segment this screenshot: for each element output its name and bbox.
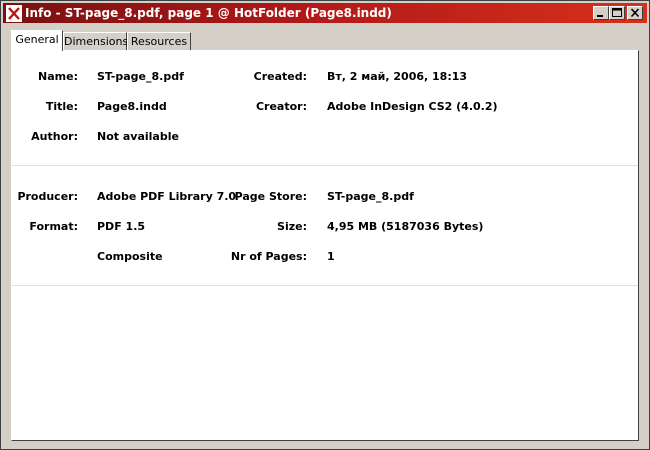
size-label: Size: bbox=[277, 220, 307, 233]
creator-label: Creator: bbox=[255, 100, 307, 113]
minimize-icon bbox=[597, 15, 603, 17]
producer-value: Adobe PDF Library 7.0 bbox=[97, 190, 237, 203]
name-value: ST-page_8.pdf bbox=[97, 70, 184, 83]
title-label: Title: bbox=[45, 100, 78, 113]
title-value: Page8.indd bbox=[97, 100, 167, 113]
page-count-label: Nr of Pages: bbox=[230, 250, 307, 263]
page-count-value: 1 bbox=[327, 250, 335, 263]
author-label: Author: bbox=[31, 130, 78, 143]
name-label: Name: bbox=[38, 70, 78, 83]
size-value: 4,95 MB (5187036 Bytes) bbox=[327, 220, 484, 233]
format-label: Format: bbox=[29, 220, 78, 233]
page-store-label: Page Store: bbox=[234, 190, 307, 203]
author-value: Not available bbox=[97, 130, 179, 143]
maximize-button[interactable] bbox=[609, 6, 625, 20]
composite-value: Composite bbox=[97, 250, 163, 263]
close-button[interactable] bbox=[627, 6, 643, 20]
close-icon bbox=[630, 8, 640, 18]
window-title: Info - ST-page_8.pdf, page 1 @ HotFolder… bbox=[25, 6, 392, 20]
info-window: Info - ST-page_8.pdf, page 1 @ HotFolder… bbox=[0, 0, 650, 450]
maximize-icon bbox=[612, 8, 622, 17]
tab-dimensions[interactable]: Dimensions bbox=[63, 32, 128, 50]
created-value: Вт, 2 май, 2006, 18:13 bbox=[327, 70, 468, 83]
format-value: PDF 1.5 bbox=[97, 220, 146, 233]
creator-value: Adobe InDesign CS2 (4.0.2) bbox=[327, 100, 498, 113]
tab-resources[interactable]: Resources bbox=[127, 32, 191, 50]
tab-general[interactable]: General bbox=[11, 30, 63, 51]
created-label: Created: bbox=[253, 70, 307, 83]
minimize-button[interactable] bbox=[593, 6, 609, 20]
title-bar[interactable]: Info - ST-page_8.pdf, page 1 @ HotFolder… bbox=[3, 3, 647, 23]
section-divider bbox=[12, 165, 638, 166]
x-app-icon[interactable] bbox=[6, 5, 22, 22]
general-panel: Name: ST-page_8.pdf Created: Вт, 2 май, … bbox=[11, 50, 639, 441]
page-store-value: ST-page_8.pdf bbox=[327, 190, 414, 203]
producer-label: Producer: bbox=[17, 190, 78, 203]
section-divider bbox=[12, 285, 638, 286]
